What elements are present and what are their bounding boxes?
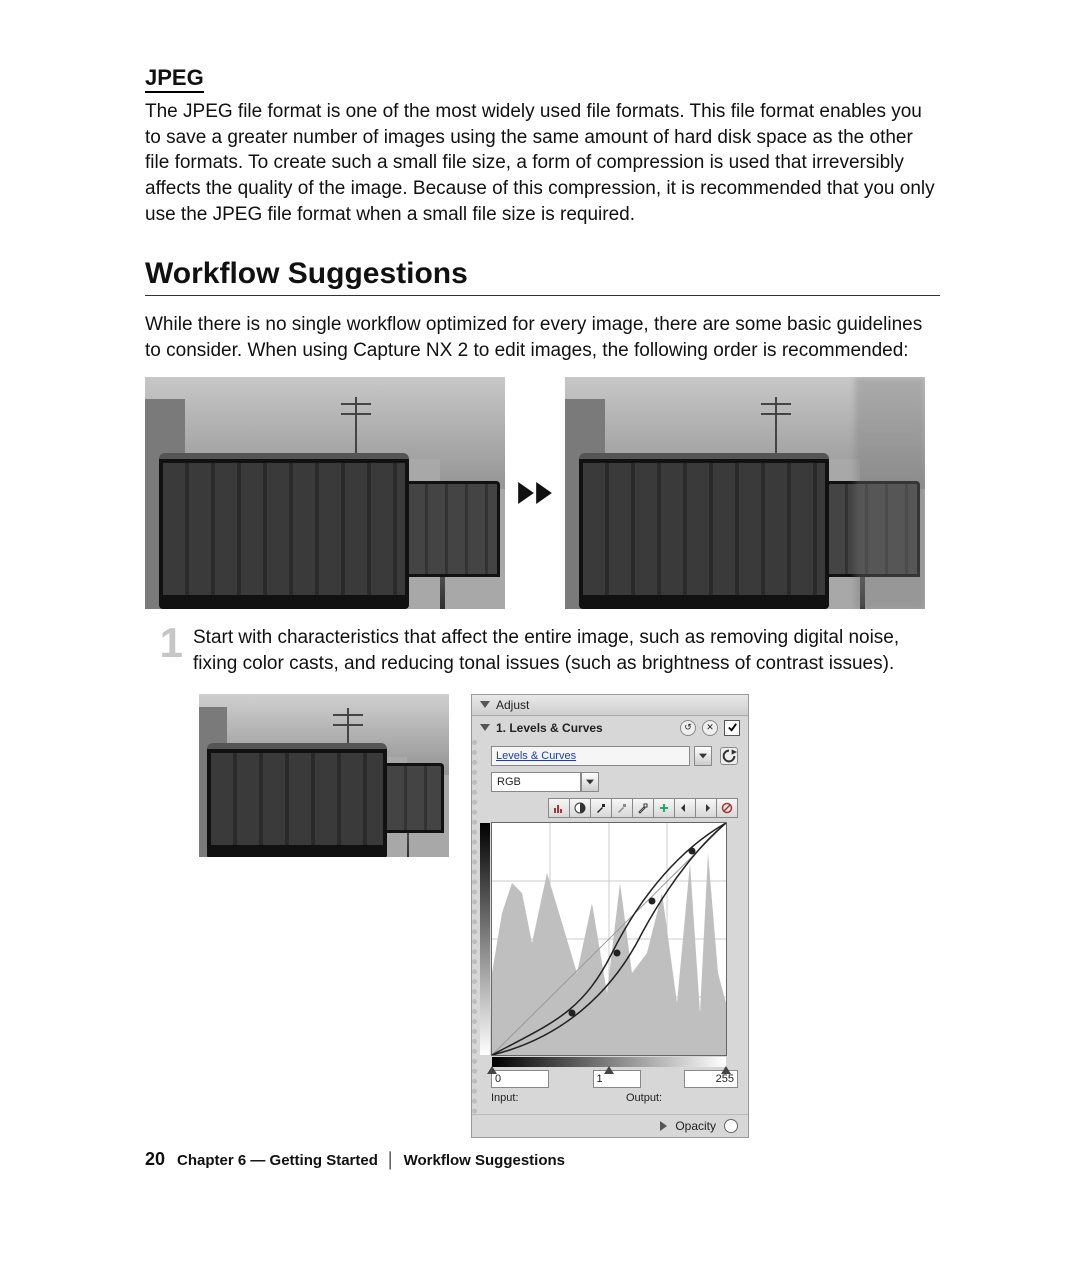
footer-sep: │ (386, 1152, 395, 1169)
footer-section: Workflow Suggestions (404, 1152, 565, 1169)
heading-rule (145, 295, 940, 296)
fast-forward-icon (505, 482, 565, 504)
step-number: 1 (145, 623, 183, 663)
step-1: 1 Start with characteristics that affect… (145, 625, 940, 675)
channel-label: RGB (497, 776, 521, 788)
section-title: 1. Levels & Curves (496, 721, 674, 735)
jpeg-heading: JPEG (145, 65, 204, 93)
close-icon[interactable]: ✕ (702, 720, 718, 736)
curve-toolstrip (491, 798, 738, 818)
chevron-down-icon[interactable] (581, 772, 599, 792)
enable-checkbox[interactable] (724, 720, 740, 736)
step-thumb (199, 694, 449, 857)
add-point-icon[interactable] (654, 798, 675, 818)
input-label: Input: (491, 1092, 545, 1104)
black-slider[interactable] (487, 1066, 497, 1074)
white-eyedropper-icon[interactable] (633, 798, 654, 818)
section-header[interactable]: 1. Levels & Curves ↺ ✕ (472, 716, 748, 740)
workflow-heading: Workflow Suggestions (145, 257, 940, 291)
reset-icon[interactable] (720, 747, 738, 765)
curve-editor[interactable] (491, 822, 727, 1056)
gray-eyedropper-icon[interactable] (612, 798, 633, 818)
step-text: Start with characteristics that affect t… (193, 625, 940, 675)
white-slider[interactable] (721, 1066, 731, 1074)
black-point-field[interactable]: 0 (491, 1070, 549, 1088)
adjustment-dropdown[interactable]: Levels & Curves (491, 746, 738, 766)
footer-chapter: Chapter 6 — Getting Started (177, 1152, 378, 1169)
histogram-tool-icon[interactable] (548, 798, 570, 818)
adjust-header[interactable]: Adjust (472, 695, 748, 716)
after-image (565, 377, 925, 609)
collapse-icon (480, 724, 490, 731)
collapse-icon (480, 701, 490, 708)
page-footer: 20 Chapter 6 — Getting Started │ Workflo… (145, 1149, 565, 1170)
channel-dropdown[interactable]: RGB (491, 772, 581, 792)
workflow-intro: While there is no single workflow optimi… (145, 312, 940, 363)
chevron-down-icon[interactable] (694, 746, 712, 766)
black-eyedropper-icon[interactable] (591, 798, 612, 818)
adjust-panel: Adjust 1. Levels & Curves ↺ ✕ Levels & C… (471, 694, 749, 1138)
expand-black-icon[interactable] (675, 798, 696, 818)
output-gradient (480, 823, 490, 1055)
output-label: Output: (626, 1092, 680, 1104)
undo-icon[interactable]: ↺ (680, 720, 696, 736)
opacity-label: Opacity (675, 1119, 716, 1133)
adjust-header-label: Adjust (496, 698, 529, 712)
contrast-tool-icon[interactable] (570, 798, 591, 818)
adjustment-dropdown-label: Levels & Curves (491, 746, 690, 766)
page-number: 20 (145, 1149, 165, 1170)
step-1-images: Adjust 1. Levels & Curves ↺ ✕ Levels & C… (199, 694, 940, 1138)
before-after-row (145, 377, 940, 609)
expand-icon (660, 1121, 667, 1131)
expand-white-icon[interactable] (696, 798, 717, 818)
jpeg-body: The JPEG file format is one of the most … (145, 99, 940, 227)
gamma-slider[interactable] (604, 1066, 614, 1074)
reset-curve-icon[interactable] (717, 798, 738, 818)
opacity-radio[interactable] (724, 1119, 738, 1133)
before-image (145, 377, 505, 609)
gamma-field[interactable]: 1 (593, 1070, 641, 1088)
opacity-row[interactable]: Opacity (472, 1114, 748, 1137)
